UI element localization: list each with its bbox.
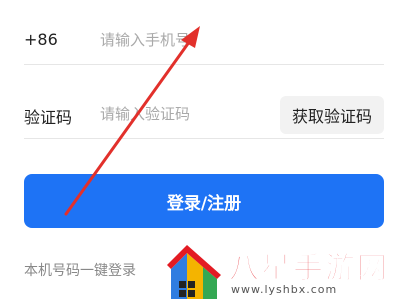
one-click-login-link[interactable]: 本机号码一键登录 [24,260,136,280]
watermark-url: www.lyshbx.com [231,283,338,296]
site-logo-icon [167,245,221,299]
code-row: 验证码 获取验证码 [24,92,384,139]
phone-row: +86 [24,18,384,65]
country-code[interactable]: +86 [24,30,58,49]
code-label: 验证码 [24,108,73,127]
phone-input[interactable] [100,26,280,54]
watermark-title: 八星手游网 [229,251,389,287]
site-watermark: 八星手游网 www.lyshbx.com [167,243,399,303]
login-register-button[interactable]: 登录/注册 [24,174,384,228]
code-input[interactable] [100,100,280,128]
login-screen: +86 验证码 获取验证码 登录/注册 本机号码一键登录 八星手游网 www.l… [0,0,403,305]
get-code-button[interactable]: 获取验证码 [280,96,384,134]
